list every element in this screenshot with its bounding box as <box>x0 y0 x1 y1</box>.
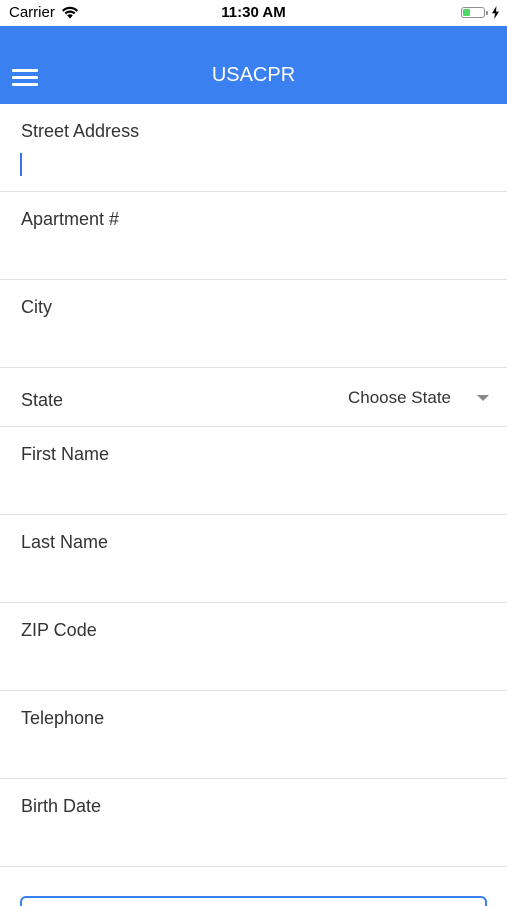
submit-button[interactable] <box>20 896 487 906</box>
birth-date-input[interactable] <box>21 827 481 853</box>
state-selected-value: Choose State <box>347 388 451 407</box>
battery-icon <box>461 7 488 18</box>
telephone-field[interactable]: Telephone <box>0 691 507 779</box>
clock: 11:30 AM <box>221 4 286 21</box>
page-title: USACPR <box>211 64 296 86</box>
last-name-field[interactable]: Last Name <box>0 515 507 603</box>
address-form: Street Address Apartment # City State Ch… <box>0 104 507 867</box>
text-cursor <box>20 153 22 176</box>
state-field[interactable]: State Choose State <box>0 368 507 427</box>
apartment-input[interactable] <box>21 240 481 266</box>
apartment-label: Apartment # <box>21 209 120 229</box>
state-label: State <box>21 390 64 410</box>
first-name-field[interactable]: First Name <box>0 427 507 515</box>
street-address-field[interactable]: Street Address <box>0 104 507 192</box>
status-bar: Carrier 11:30 AM <box>0 0 507 26</box>
street-address-input[interactable] <box>21 152 481 178</box>
zip-code-input[interactable] <box>21 651 481 677</box>
telephone-label: Telephone <box>21 708 105 728</box>
last-name-label: Last Name <box>21 532 109 552</box>
telephone-input[interactable] <box>21 739 481 765</box>
birth-date-field[interactable]: Birth Date <box>0 779 507 867</box>
apartment-field[interactable]: Apartment # <box>0 192 507 280</box>
city-input[interactable] <box>21 328 481 354</box>
status-right-group <box>461 6 499 19</box>
last-name-input[interactable] <box>21 563 481 589</box>
city-field[interactable]: City <box>0 280 507 368</box>
chevron-down-icon <box>477 395 489 401</box>
state-dropdown[interactable]: Choose State <box>348 388 489 408</box>
first-name-input[interactable] <box>21 475 481 501</box>
charging-icon <box>492 6 499 19</box>
nav-bar: USACPR <box>0 26 507 104</box>
birth-date-label: Birth Date <box>21 796 102 816</box>
first-name-label: First Name <box>21 444 110 464</box>
zip-code-label: ZIP Code <box>21 620 97 640</box>
zip-code-field[interactable]: ZIP Code <box>0 603 507 691</box>
city-label: City <box>21 297 52 317</box>
street-address-label: Street Address <box>21 121 140 141</box>
battery-level <box>463 9 470 16</box>
